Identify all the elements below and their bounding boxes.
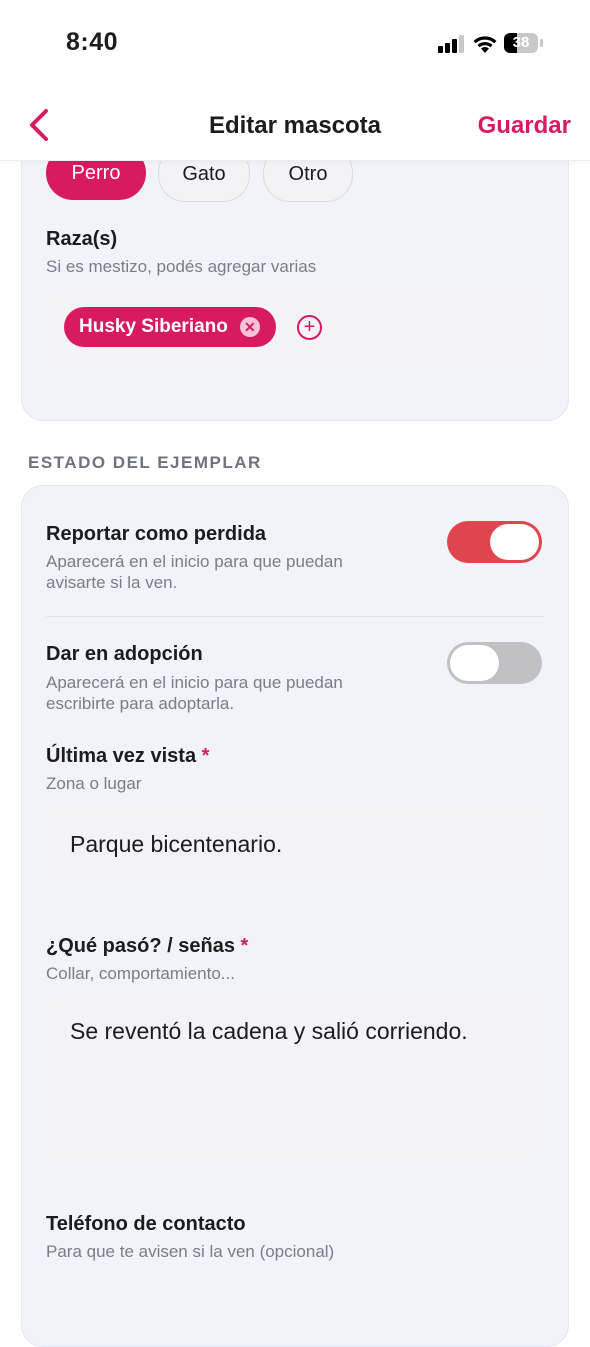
breed-tag-label: Husky Siberiano — [79, 316, 228, 337]
section-header-status: ESTADO DEL EJEMPLAR — [28, 453, 262, 472]
last-seen-hint: Zona o lugar — [46, 774, 142, 793]
toggle-knob — [450, 645, 499, 681]
what-happened-value: Se reventó la cadena y salió corriendo. — [70, 1018, 468, 1044]
what-happened-label: ¿Qué pasó? / señas * — [46, 935, 249, 957]
plus-circle-icon[interactable]: + — [297, 315, 322, 340]
save-button[interactable]: Guardar — [478, 112, 571, 140]
divider — [46, 616, 544, 617]
wifi-icon — [473, 36, 497, 53]
battery-icon: 38 — [504, 33, 538, 53]
lost-toggle[interactable] — [447, 521, 542, 563]
toggle-knob — [490, 524, 539, 560]
breed-tag: Husky Siberiano ✕ — [64, 307, 276, 347]
close-circle-icon[interactable]: ✕ — [239, 317, 260, 337]
cellular-signal-icon — [438, 35, 464, 53]
last-seen-label: Última vez vista * — [46, 745, 210, 767]
adoption-toggle[interactable] — [447, 642, 542, 684]
adoption-description: Aparecerá en el inicio para que puedan e… — [46, 673, 343, 713]
lost-description: Aparecerá en el inicio para que puedan a… — [46, 552, 343, 592]
last-seen-value: Parque bicentenario. — [70, 831, 283, 857]
adoption-label: Dar en adopción — [46, 643, 203, 665]
status-bar: 8:40 38 — [0, 0, 590, 90]
contact-phone-label: Teléfono de contacto — [46, 1213, 246, 1235]
battery-cap — [540, 39, 543, 47]
breed-label: Raza(s) — [46, 228, 118, 250]
nav-bar: Editar mascota Guardar — [0, 90, 590, 161]
breed-hint: Si es mestizo, podés agregar varias — [46, 257, 317, 276]
what-happened-hint: Collar, comportamiento... — [46, 964, 235, 983]
status-time: 8:40 — [66, 28, 119, 56]
battery-level: 38 — [512, 34, 530, 51]
lost-label: Reportar como perdida — [46, 523, 267, 545]
contact-phone-hint: Para que te avisen si la ven (opcional) — [46, 1242, 335, 1261]
